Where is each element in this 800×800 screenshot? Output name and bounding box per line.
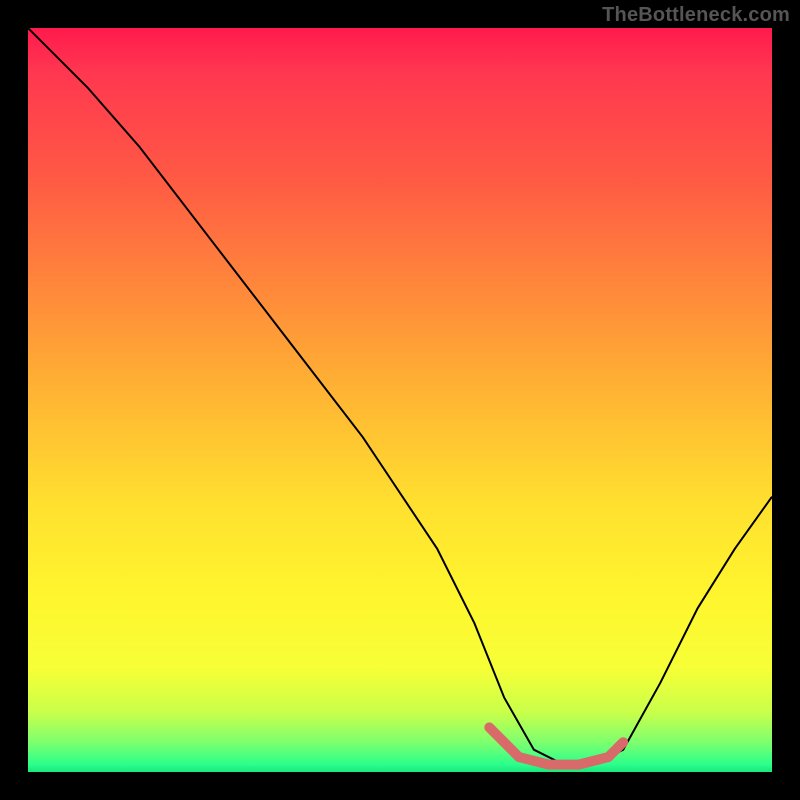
chart-container: TheBottleneck.com <box>0 0 800 800</box>
watermark-text: TheBottleneck.com <box>602 4 790 27</box>
bottleneck-curve <box>28 28 772 765</box>
plot-area <box>28 28 772 772</box>
optimal-range-marker <box>489 727 623 764</box>
curve-svg <box>28 28 772 772</box>
